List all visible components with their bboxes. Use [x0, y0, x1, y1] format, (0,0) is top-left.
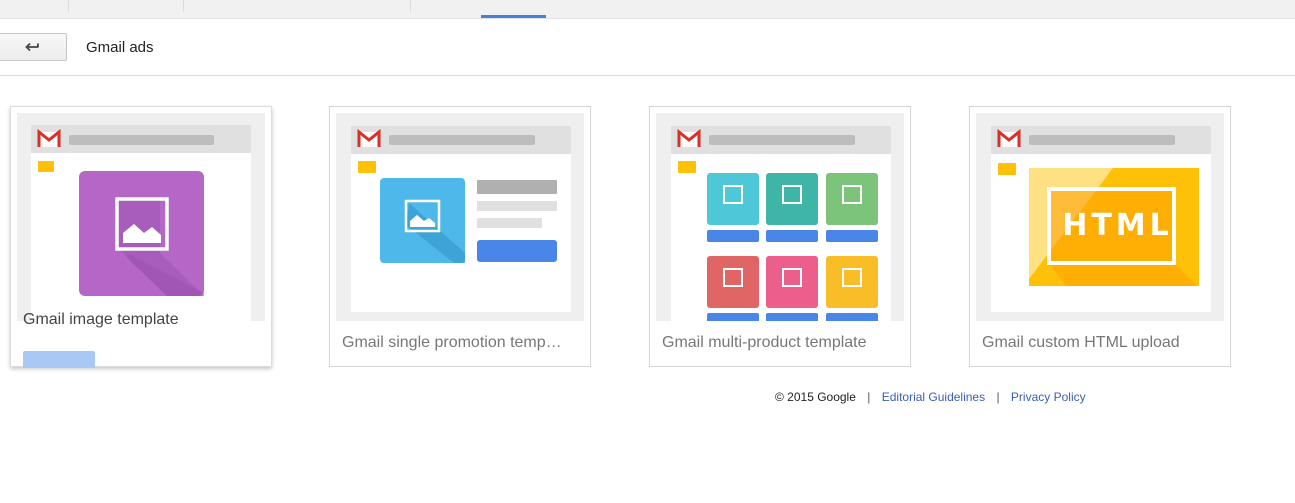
- image-template-illustration: [17, 113, 265, 321]
- template-label: Gmail custom HTML upload: [982, 334, 1180, 351]
- template-label: Gmail single promotion temp…: [342, 334, 562, 351]
- editorial-guidelines-link[interactable]: Editorial Guidelines: [882, 390, 985, 404]
- footer: © 2015 Google | Editorial Guidelines | P…: [775, 390, 1086, 404]
- gmail-logo-icon: [37, 128, 61, 147]
- page-header: Gmail ads: [0, 19, 1295, 76]
- back-button[interactable]: [0, 33, 67, 61]
- single-promotion-illustration: [336, 113, 584, 321]
- active-tab-indicator[interactable]: [481, 15, 546, 18]
- back-arrow-icon: [24, 42, 39, 52]
- template-thumbnail: HTML: [976, 113, 1224, 321]
- template-card-multi-product[interactable]: Gmail multi-product template: [649, 106, 911, 367]
- top-tab-strip: [0, 0, 1295, 19]
- template-thumbnail: [17, 113, 265, 321]
- html-thumb-text: HTML: [1062, 208, 1173, 243]
- multi-product-illustration: [656, 113, 904, 321]
- template-card-custom-html[interactable]: HTML Gmail custom HTML upload: [969, 106, 1231, 367]
- privacy-policy-link[interactable]: Privacy Policy: [1011, 390, 1086, 404]
- template-card-image[interactable]: Gmail image template: [10, 106, 272, 368]
- template-label: Gmail multi-product template: [662, 334, 867, 351]
- tab-divider: [410, 0, 411, 12]
- footer-separator: |: [867, 390, 871, 404]
- copyright: © 2015 Google: [775, 390, 856, 404]
- footer-separator: |: [996, 390, 1000, 404]
- template-card-single-promotion[interactable]: Gmail single promotion temp…: [329, 106, 591, 367]
- page-title: Gmail ads: [86, 39, 154, 56]
- select-template-button[interactable]: [23, 351, 95, 368]
- tab-divider: [68, 0, 69, 12]
- tab-divider: [183, 0, 184, 12]
- gmail-logo-icon: [997, 128, 1021, 147]
- template-thumbnail: [656, 113, 904, 321]
- template-label: Gmail image template: [23, 311, 179, 328]
- gmail-logo-icon: [677, 128, 701, 147]
- gmail-logo-icon: [357, 128, 381, 147]
- template-thumbnail: [336, 113, 584, 321]
